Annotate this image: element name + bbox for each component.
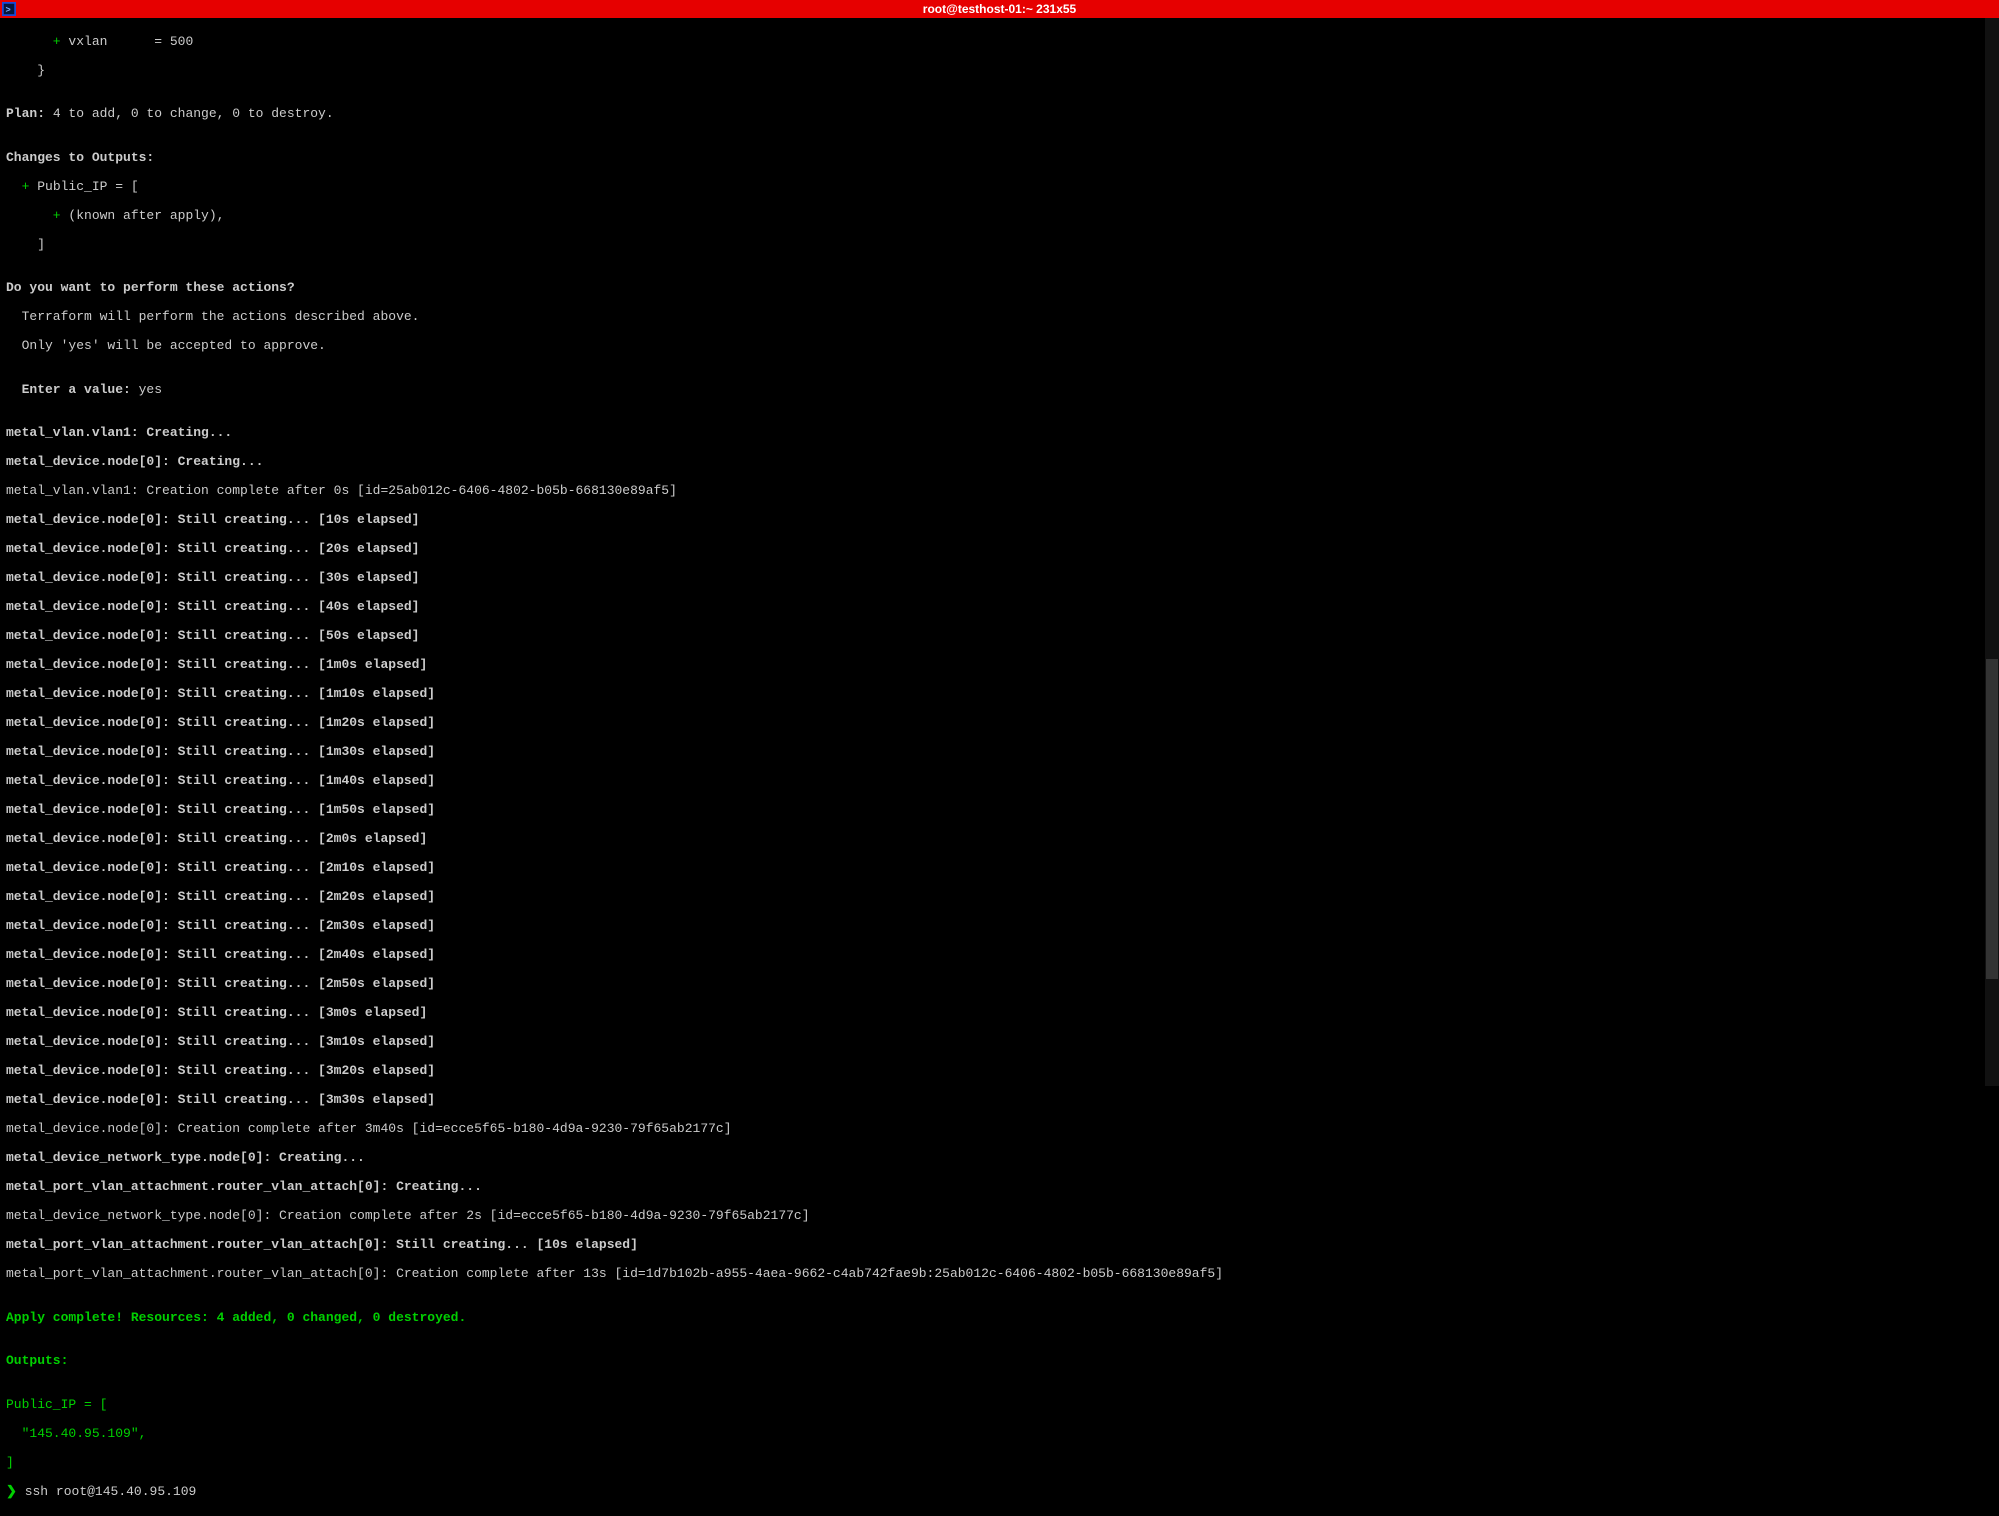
output-line: metal_device.node[0]: Still creating... … — [6, 803, 1993, 818]
enter-value-input: yes — [131, 382, 162, 397]
output-line: metal_vlan.vlan1: Creating... — [6, 426, 1993, 441]
output-line: Only 'yes' will be accepted to approve. — [6, 339, 1993, 354]
output-line: metal_device.node[0]: Still creating... … — [6, 542, 1993, 557]
window-titlebar[interactable]: > root@testhost-01:~ 231x55 — [0, 0, 1999, 18]
output-line: Terraform will perform the actions descr… — [6, 310, 1993, 325]
output-line: metal_device.node[0]: Still creating... … — [6, 600, 1993, 615]
output-line: metal_device.node[0]: Still creating... … — [6, 774, 1993, 789]
changes-header: Changes to Outputs: — [6, 151, 1993, 166]
confirm-prompt: Do you want to perform these actions? — [6, 281, 1993, 296]
plus-marker: + — [6, 179, 37, 194]
plan-summary: 4 to add, 0 to change, 0 to destroy. — [45, 106, 334, 121]
output-line: Plan: 4 to add, 0 to change, 0 to destro… — [6, 107, 1993, 122]
output-line: metal_port_vlan_attachment.router_vlan_a… — [6, 1267, 1993, 1282]
output-line: metal_device.node[0]: Still creating... … — [6, 890, 1993, 905]
app-icon: > — [2, 2, 16, 16]
output-line: metal_device.node[0]: Still creating... … — [6, 513, 1993, 528]
output-line: metal_device.node[0]: Still creating... … — [6, 716, 1993, 731]
apply-complete: Apply complete! Resources: 4 added, 0 ch… — [6, 1311, 1993, 1326]
prompt-line[interactable]: ❯ ssh root@145.40.95.109 — [6, 1485, 1993, 1500]
enter-value-line: Enter a value: yes — [6, 383, 1993, 398]
output-line: metal_vlan.vlan1: Creation complete afte… — [6, 484, 1993, 499]
plan-label: Plan: — [6, 106, 45, 121]
output-line: metal_device.node[0]: Creation complete … — [6, 1122, 1993, 1137]
public-ip-value: "145.40.95.109", — [6, 1427, 1993, 1442]
output-text: vxlan = 500 — [68, 34, 193, 49]
window-title: root@testhost-01:~ 231x55 — [923, 0, 1076, 18]
output-line: Public_IP = [ — [6, 1398, 1993, 1413]
output-line: + vxlan = 500 — [6, 35, 1993, 50]
plus-marker: + — [6, 34, 68, 49]
scrollbar[interactable] — [1985, 18, 1999, 1086]
plus-marker: + — [6, 208, 68, 223]
prompt-symbol: ❯ — [6, 1484, 17, 1499]
output-line: metal_device.node[0]: Still creating... … — [6, 861, 1993, 876]
output-line: metal_port_vlan_attachment.router_vlan_a… — [6, 1180, 1993, 1195]
output-line: metal_device.node[0]: Still creating... … — [6, 1093, 1993, 1108]
output-line: ] — [6, 1456, 1993, 1471]
output-line: + Public_IP = [ — [6, 180, 1993, 195]
output-line: metal_device.node[0]: Still creating... … — [6, 1064, 1993, 1079]
output-text: Public_IP = [ — [37, 179, 138, 194]
enter-value-label: Enter a value: — [6, 382, 131, 397]
outputs-header: Outputs: — [6, 1354, 1993, 1369]
output-line: metal_device.node[0]: Still creating... … — [6, 1035, 1993, 1050]
output-line: metal_device.node[0]: Still creating... … — [6, 977, 1993, 992]
output-line: metal_device.node[0]: Still creating... … — [6, 832, 1993, 847]
output-line: metal_device.node[0]: Still creating... … — [6, 571, 1993, 586]
terminal-output[interactable]: + vxlan = 500 } Plan: 4 to add, 0 to cha… — [0, 18, 1999, 1516]
output-line: metal_device.node[0]: Still creating... … — [6, 948, 1993, 963]
output-line: metal_port_vlan_attachment.router_vlan_a… — [6, 1238, 1993, 1253]
output-line: metal_device_network_type.node[0]: Creat… — [6, 1151, 1993, 1166]
command-input[interactable]: ssh root@145.40.95.109 — [17, 1484, 196, 1499]
output-line: metal_device.node[0]: Still creating... … — [6, 919, 1993, 934]
output-text: (known after apply), — [68, 208, 224, 223]
output-line: metal_device.node[0]: Still creating... … — [6, 1006, 1993, 1021]
output-line: metal_device.node[0]: Still creating... … — [6, 687, 1993, 702]
output-line: metal_device_network_type.node[0]: Creat… — [6, 1209, 1993, 1224]
svg-text:>: > — [6, 6, 11, 16]
output-line: } — [6, 64, 1993, 79]
output-line: ] — [6, 238, 1993, 253]
output-line: metal_device.node[0]: Still creating... … — [6, 658, 1993, 673]
output-line: metal_device.node[0]: Still creating... … — [6, 629, 1993, 644]
scrollbar-thumb[interactable] — [1986, 659, 1998, 979]
output-line: metal_device.node[0]: Still creating... … — [6, 745, 1993, 760]
output-line: metal_device.node[0]: Creating... — [6, 455, 1993, 470]
output-line: + (known after apply), — [6, 209, 1993, 224]
